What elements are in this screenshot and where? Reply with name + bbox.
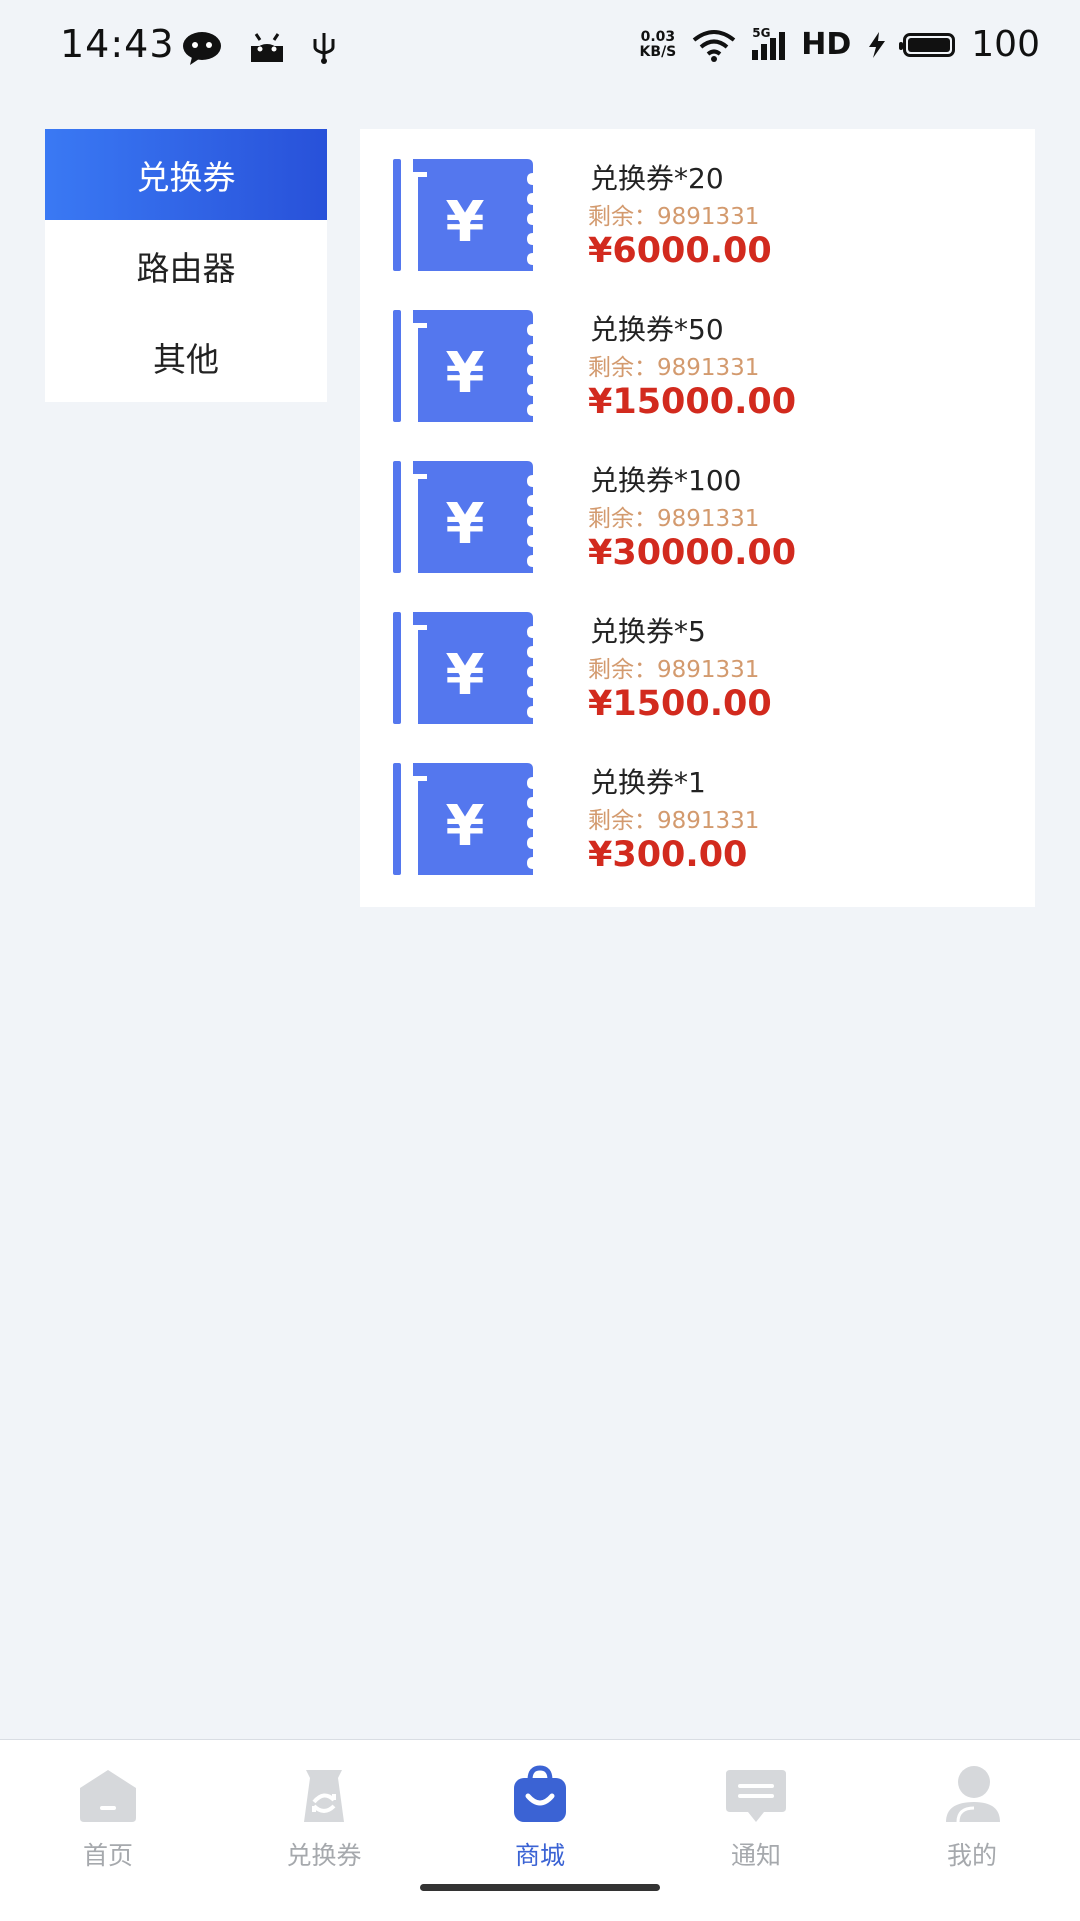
network-speed-unit: KB/S bbox=[639, 43, 677, 60]
product-price: ¥15000.00 bbox=[588, 382, 797, 422]
svg-text:¥: ¥ bbox=[446, 190, 485, 255]
network-speed-value: 0.03 bbox=[640, 28, 676, 45]
product-item[interactable]: ¥ 兑换券*20 剩余：9891331 ¥6000.00 bbox=[360, 129, 1035, 280]
product-item[interactable]: ¥ 兑换券*5 剩余：9891331 ¥1500.00 bbox=[360, 582, 1035, 733]
product-name: 兑换券*1 bbox=[590, 766, 706, 799]
product-stock: 剩余：9891331 bbox=[588, 355, 760, 381]
home-icon bbox=[80, 1770, 136, 1822]
signal-type-label: 5G bbox=[752, 25, 771, 40]
status-bar: 14:43 0.03 KB/S 5G HD 100 bbox=[0, 0, 1080, 96]
battery-percent: 100 bbox=[971, 24, 1040, 65]
category-item-router[interactable]: 路由器 bbox=[45, 220, 327, 311]
user-icon bbox=[946, 1766, 1000, 1823]
coupon-icon: ¥ bbox=[393, 159, 533, 271]
wechat-icon bbox=[183, 32, 221, 65]
category-label: 路由器 bbox=[136, 248, 236, 288]
notification-icons bbox=[182, 30, 338, 66]
tab-label: 首页 bbox=[82, 1841, 133, 1870]
signal-bar-icon bbox=[761, 43, 768, 60]
signal-bar-icon bbox=[779, 31, 786, 60]
tab-label: 商城 bbox=[514, 1841, 565, 1870]
product-stock: 剩余：9891331 bbox=[588, 204, 760, 230]
svg-text:¥: ¥ bbox=[446, 341, 485, 406]
shopping-bag-icon bbox=[514, 1765, 566, 1822]
product-name: 兑换券*100 bbox=[590, 464, 742, 497]
cellular-signal: 5G bbox=[752, 26, 786, 60]
category-label: 兑换券 bbox=[136, 157, 236, 197]
product-list: ¥ 兑换券*20 剩余：9891331 ¥6000.00 ¥ 兑换券*50 剩余… bbox=[360, 129, 1035, 907]
network-speed: 0.03 KB/S bbox=[639, 28, 677, 60]
status-time: 14:43 bbox=[60, 22, 175, 66]
tab-coupon[interactable]: 兑换券 bbox=[216, 1740, 432, 1890]
category-label: 其他 bbox=[153, 339, 219, 379]
product-stock: 剩余：9891331 bbox=[588, 506, 760, 532]
product-stock: 剩余：9891331 bbox=[588, 657, 760, 683]
usb-icon bbox=[313, 33, 335, 64]
product-price: ¥1500.00 bbox=[588, 684, 772, 724]
tab-label: 兑换券 bbox=[286, 1841, 362, 1870]
tab-label: 通知 bbox=[730, 1841, 781, 1870]
product-item[interactable]: ¥ 兑换券*100 剩余：9891331 ¥30000.00 bbox=[360, 431, 1035, 582]
status-right: 0.03 KB/S 5G HD 100 bbox=[640, 24, 1040, 65]
hd-label: HD bbox=[801, 27, 852, 62]
svg-text:¥: ¥ bbox=[446, 794, 485, 859]
tab-profile[interactable]: 我的 bbox=[864, 1740, 1080, 1890]
category-item-coupon[interactable]: 兑换券 bbox=[45, 129, 327, 220]
message-icon bbox=[726, 1770, 786, 1822]
category-sidebar: 兑换券 路由器 其他 bbox=[45, 129, 327, 402]
category-item-other[interactable]: 其他 bbox=[45, 311, 327, 402]
coupon-icon: ¥ bbox=[393, 461, 533, 573]
coupon-icon: ¥ bbox=[393, 310, 533, 422]
tab-mall[interactable]: 商城 bbox=[432, 1740, 648, 1890]
tab-label: 我的 bbox=[946, 1841, 997, 1870]
wifi-icon bbox=[693, 29, 736, 62]
signal-bar-icon bbox=[752, 49, 759, 60]
product-price: ¥300.00 bbox=[588, 835, 748, 875]
product-name: 兑换券*20 bbox=[590, 162, 724, 195]
coupon-icon bbox=[304, 1770, 344, 1822]
product-item[interactable]: ¥ 兑换券*1 剩余：9891331 ¥300.00 bbox=[360, 733, 1035, 884]
svg-text:¥: ¥ bbox=[446, 643, 485, 708]
charging-icon bbox=[869, 31, 886, 58]
coupon-icon: ¥ bbox=[393, 763, 533, 875]
battery-icon bbox=[899, 32, 956, 57]
product-stock: 剩余：9891331 bbox=[588, 808, 760, 834]
bottom-nav: 首页 兑换券 商城 通知 我的 bbox=[0, 1739, 1080, 1921]
product-price: ¥6000.00 bbox=[588, 231, 772, 271]
coupon-icon: ¥ bbox=[393, 612, 533, 724]
tab-notify[interactable]: 通知 bbox=[648, 1740, 864, 1890]
signal-bar-icon bbox=[770, 37, 777, 60]
home-indicator[interactable] bbox=[420, 1884, 660, 1891]
product-item[interactable]: ¥ 兑换券*50 剩余：9891331 ¥15000.00 bbox=[360, 280, 1035, 431]
tab-home[interactable]: 首页 bbox=[0, 1740, 216, 1890]
product-name: 兑换券*5 bbox=[590, 615, 706, 648]
android-icon bbox=[251, 33, 283, 62]
product-price: ¥30000.00 bbox=[588, 533, 797, 573]
svg-text:¥: ¥ bbox=[446, 492, 485, 557]
product-name: 兑换券*50 bbox=[590, 313, 724, 346]
